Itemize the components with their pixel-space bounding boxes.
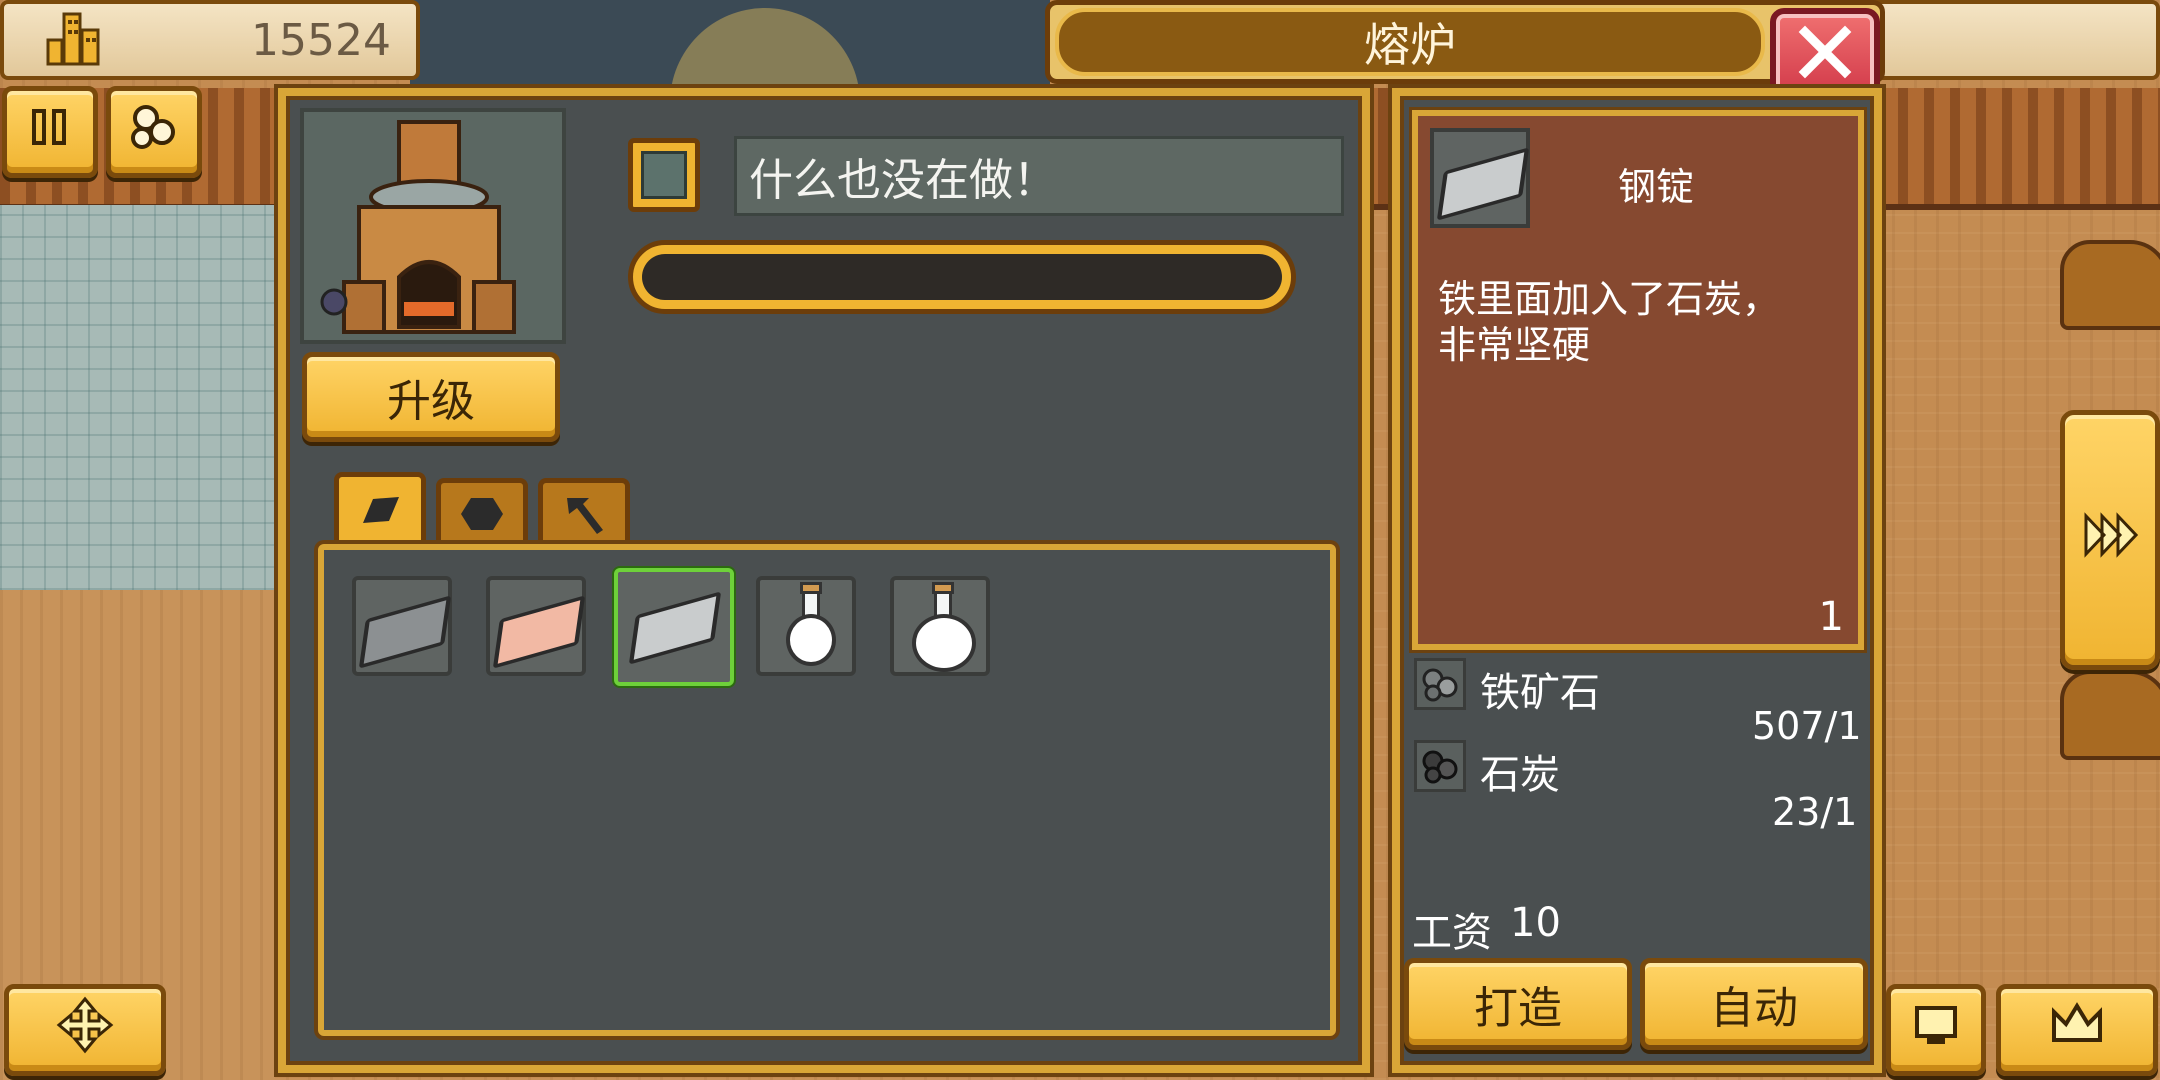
tab-tools[interactable] <box>538 478 630 548</box>
status-slot <box>628 138 700 212</box>
fast-forward-button[interactable] <box>2060 410 2160 670</box>
crown-icon <box>2048 1000 2106 1061</box>
material-amount: 23/1 <box>1772 790 1858 834</box>
progress-track <box>642 254 1282 300</box>
wage-label: 工资 <box>1412 910 1492 956</box>
top-right-bar <box>1860 0 2160 80</box>
item-slot-small-flask[interactable] <box>756 576 856 676</box>
fast-forward-icon <box>2082 511 2139 569</box>
item-name: 钢锭 <box>1618 165 1695 209</box>
description-line: 非常坚硬 <box>1438 323 1591 367</box>
pause-icon <box>28 105 72 160</box>
selected-item-slot <box>1430 128 1530 228</box>
small-flask-icon <box>786 582 836 672</box>
item-slot-copper-ingot[interactable] <box>486 576 586 676</box>
upgrade-button[interactable]: 升级 <box>302 352 560 442</box>
material-amount: 507/1 <box>1752 704 1862 748</box>
horse-sprite <box>2060 670 2160 760</box>
steel-ingot-icon <box>628 591 722 665</box>
description-line: 铁里面加入了石炭， <box>1438 277 1781 321</box>
item-slot-large-flask[interactable] <box>890 576 990 676</box>
auto-button[interactable]: 自动 <box>1640 958 1868 1050</box>
wage-row: 工资 10 <box>1412 900 1561 958</box>
coin-bar: 15524 <box>0 0 420 80</box>
item-slot-iron-ingot[interactable] <box>352 576 452 676</box>
ore-pile-icon <box>126 102 182 163</box>
close-button[interactable] <box>1770 8 1880 100</box>
resources-button[interactable] <box>106 86 202 178</box>
pickaxe-tab-icon <box>559 492 609 540</box>
large-flask-icon <box>912 582 976 672</box>
computer-icon <box>1911 1002 1961 1059</box>
iron-ore-icon <box>1414 658 1466 710</box>
coal-icon <box>1414 740 1466 792</box>
horse-sprite <box>2060 240 2160 330</box>
coin-count: 15524 <box>251 14 391 66</box>
progress-bar <box>628 240 1296 314</box>
craft-button[interactable]: 打造 <box>1404 958 1632 1050</box>
furnace-portrait <box>300 108 566 344</box>
copper-ingot-icon <box>492 595 586 669</box>
crown-button[interactable] <box>1996 984 2158 1076</box>
item-description: 铁里面加入了石炭， 非常坚硬 <box>1438 276 1780 368</box>
material-name: 铁矿石 <box>1480 670 1600 716</box>
furnace-icon <box>320 120 516 334</box>
wage-value: 10 <box>1510 900 1561 946</box>
tab-ingots[interactable] <box>334 472 426 548</box>
background-stone-floor <box>0 205 275 590</box>
pause-button[interactable] <box>2 86 98 178</box>
ingot-tab-icon <box>355 489 405 537</box>
status-text: 什么也没在做！ <box>734 136 1344 216</box>
item-info-card: 钢锭 铁里面加入了石炭， 非常坚硬 1 <box>1412 110 1864 650</box>
iron-ingot-icon <box>358 595 452 669</box>
ore-tab-icon <box>457 492 507 540</box>
computer-button[interactable] <box>1886 984 1986 1076</box>
item-slot-steel-ingot[interactable] <box>614 568 734 686</box>
material-name: 石炭 <box>1480 752 1560 798</box>
steel-ingot-icon <box>1436 147 1530 221</box>
move-button[interactable] <box>4 984 166 1076</box>
close-icon <box>1795 22 1855 86</box>
item-quantity: 1 <box>1818 594 1844 640</box>
building-icon <box>44 10 102 70</box>
window-title: 熔炉 <box>1055 8 1765 76</box>
move-arrows-icon <box>55 995 115 1066</box>
tab-ores[interactable] <box>436 478 528 548</box>
